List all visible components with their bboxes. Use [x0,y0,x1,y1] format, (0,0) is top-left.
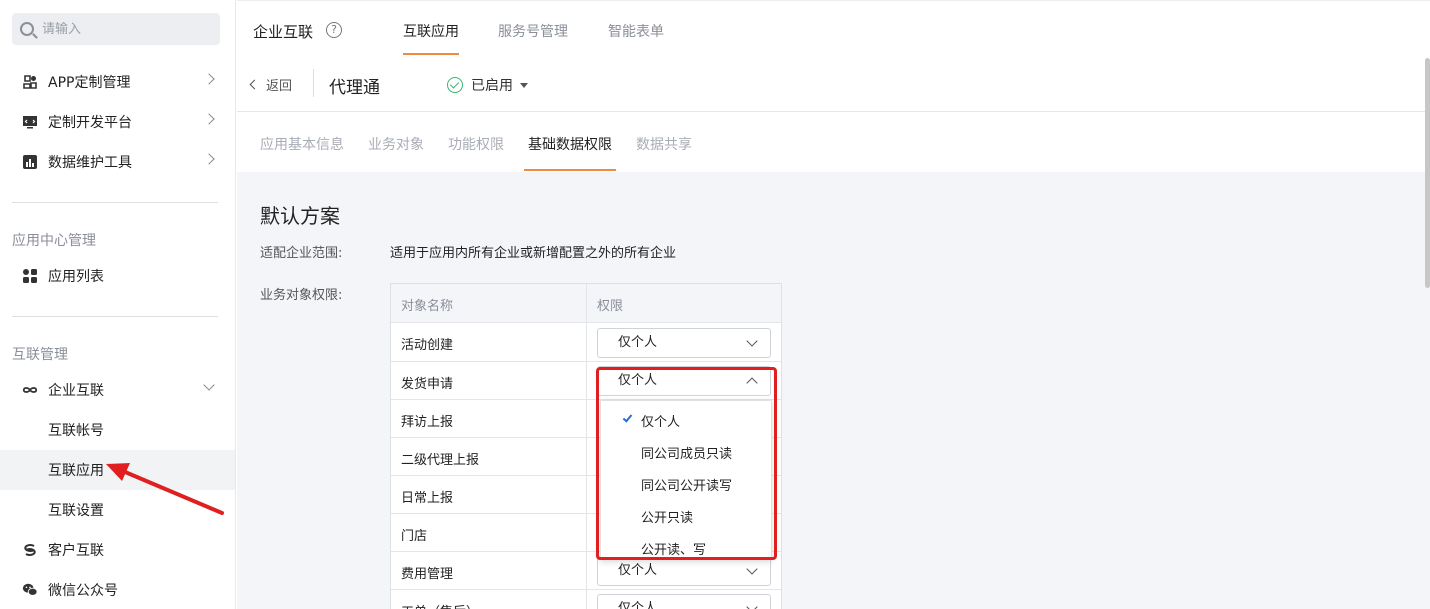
tab-smart-form[interactable]: 智能表单 [608,21,664,41]
sidebar-item-label: 企业互联 [48,383,104,399]
select-value: 仅个人 [618,601,658,609]
row-name: 门店 [401,529,428,544]
chevron-right-icon [203,113,215,125]
row-name: 发货申请 [401,377,454,392]
page-title: 默认方案 [260,204,340,228]
scrollbar[interactable] [1425,58,1430,288]
select-value: 仅个人 [618,563,658,578]
column-divider [586,476,587,513]
sub-bar: 返回 代理通 已启用 [237,56,1430,112]
tab-interconnect-app[interactable]: 互联应用 [403,21,459,41]
code-monitor-icon [22,114,38,130]
chevron-down-icon [746,335,758,347]
sidebar-item-data-tool[interactable]: 数据维护工具 [0,142,235,182]
column-divider [586,400,587,437]
sidebar-subitem-account[interactable]: 互联帐号 [0,410,235,450]
caret-down-icon [520,82,528,88]
column-divider [586,552,587,589]
column-divider [586,590,587,609]
app-settings-icon [22,74,38,90]
header-permission: 权限 [597,299,624,314]
search-input[interactable] [42,21,202,37]
help-icon[interactable]: ? [326,22,342,38]
row-name: 工单（售后） [401,601,479,609]
status-label: 已启用 [471,78,513,94]
status-dropdown[interactable]: 已启用 [447,75,528,95]
link-loop-icon [22,382,38,398]
divider [313,69,314,97]
permission-label: 业务对象权限: [260,288,343,303]
permission-select[interactable]: 仅个人 [597,556,771,586]
chevron-right-icon [203,73,215,85]
column-divider [586,362,587,399]
table-header: 对象名称 权限 [391,284,781,323]
tab-function-permission[interactable]: 功能权限 [448,134,504,154]
scope-value: 适用于应用内所有企业或新增配置之外的所有企业 [390,246,677,261]
search-box[interactable] [12,13,220,45]
sidebar-item-label: 数据维护工具 [48,155,132,171]
column-divider [586,514,587,551]
column-divider [586,438,587,475]
chevron-down-icon [746,601,758,609]
tab-data-share[interactable]: 数据共享 [636,134,692,154]
permission-select[interactable]: 仅个人 [597,328,771,358]
top-bar: 企业互联 ? 互联应用 服务号管理 智能表单 [237,0,1430,56]
sidebar-item-wechat[interactable]: 微信公众号 [0,570,235,609]
search-icon [20,22,34,36]
permission-select[interactable]: 仅个人 [597,594,771,609]
sidebar-item-label: 应用列表 [48,269,104,285]
row-name: 费用管理 [401,567,454,582]
row-name: 日常上报 [401,491,454,506]
sidebar-item-app-custom[interactable]: APP定制管理 [0,62,235,102]
chevron-left-icon [249,79,260,90]
active-tab-indicator [524,169,616,171]
row-name: 二级代理上报 [401,453,480,468]
chart-box-icon [22,154,38,170]
brand-title: 企业互联 [253,23,314,41]
customer-link-icon [22,542,38,558]
back-button[interactable]: 返回 [249,75,293,94]
sidebar-item-label: 微信公众号 [48,583,118,599]
red-highlight-box [596,367,777,560]
section-tabs: 应用基本信息 业务对象 功能权限 基础数据权限 数据共享 [237,112,1430,172]
check-circle-icon [447,77,463,93]
sidebar-item-enterprise[interactable]: 企业互联 [0,370,235,410]
column-divider [586,284,587,322]
sidebar-item-app-list[interactable]: 应用列表 [0,256,235,296]
column-divider [586,323,587,361]
scope-label: 适配企业范围: [260,246,343,261]
sidebar-item-label: APP定制管理 [48,75,131,91]
red-arrow-annotation [106,463,224,515]
select-value: 仅个人 [618,335,658,350]
wechat-icon [22,582,38,598]
divider [12,202,218,203]
chevron-down-icon [746,563,758,575]
tab-business-object[interactable]: 业务对象 [368,134,424,154]
active-tab-indicator [403,53,459,55]
row-name: 活动创建 [401,338,454,353]
tab-service-account[interactable]: 服务号管理 [498,21,568,41]
row-name: 拜访上报 [401,415,454,430]
table-row: 工单（售后） 仅个人 [391,590,781,609]
back-label: 返回 [266,79,293,94]
sidebar-item-dev-platform[interactable]: 定制开发平台 [0,102,235,142]
tab-basic-info[interactable]: 应用基本信息 [260,134,344,154]
sidebar-item-label: 定制开发平台 [48,115,132,131]
chevron-right-icon [203,153,215,165]
app-name: 代理通 [329,78,380,98]
table-row: 活动创建 仅个人 [391,323,781,362]
divider [12,316,218,317]
sidebar-item-customer[interactable]: 客户互联 [0,530,235,570]
section-title-app-center: 应用中心管理 [12,233,96,249]
section-title-interconnect: 互联管理 [12,347,68,363]
sidebar-item-label: 客户互联 [48,543,104,559]
chevron-down-icon [203,379,215,391]
header-object-name: 对象名称 [401,299,454,314]
tab-basic-data-permission[interactable]: 基础数据权限 [528,134,612,154]
grid-icon [22,268,38,284]
content-area: 默认方案 适配企业范围: 适用于应用内所有企业或新增配置之外的所有企业 业务对象… [237,172,1430,609]
